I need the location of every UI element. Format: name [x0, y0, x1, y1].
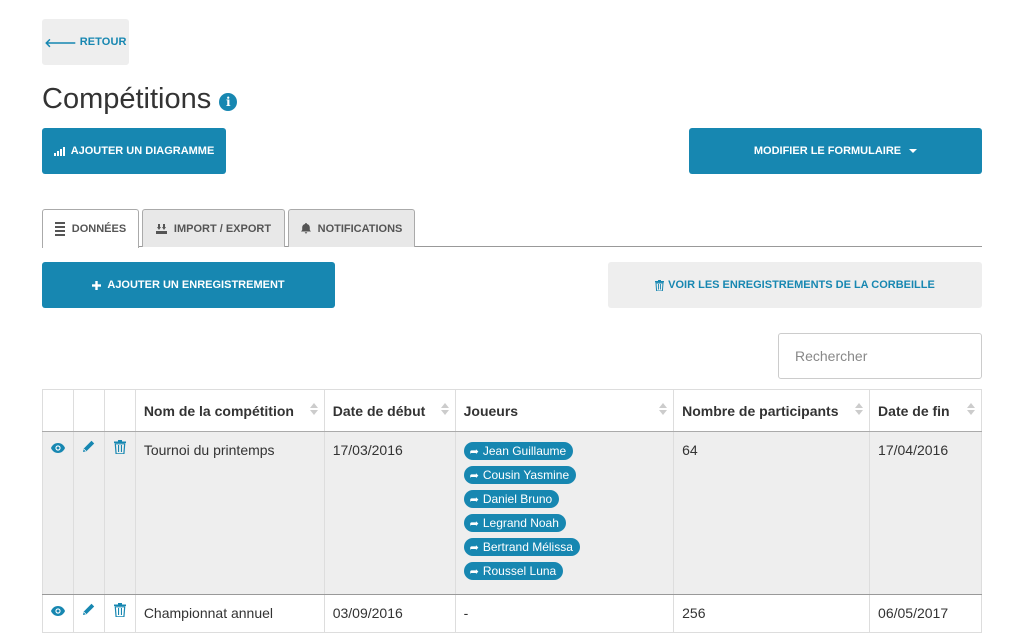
add-record-label: AJOUTER UN ENREGISTREMENT — [107, 279, 285, 291]
add-chart-button[interactable]: AJOUTER UN DIAGRAMME — [42, 128, 226, 174]
sort-icon — [967, 403, 975, 415]
trash-icon — [655, 279, 665, 291]
share-icon: ➦ — [469, 517, 479, 530]
eye-icon[interactable] — [50, 443, 65, 453]
competition-name: Tournoi du printemps — [134, 431, 325, 595]
tab-notifications[interactable]: NOTIFICATIONS — [288, 209, 415, 247]
header-end-date[interactable]: Date de fin — [869, 389, 982, 432]
end-date: 17/04/2016 — [869, 431, 982, 595]
players-cell: - — [454, 594, 675, 633]
table-header-row: Nom de la compétition Date de début Joue… — [42, 389, 982, 432]
bell-icon — [300, 223, 311, 234]
view-trash-label: VOIR LES ENREGISTREMENTS DE LA CORBEILLE — [668, 279, 935, 291]
tab-import-export[interactable]: IMPORT / EXPORT — [142, 209, 285, 247]
add-record-button[interactable]: AJOUTER UN ENREGISTREMENT — [42, 262, 335, 308]
sort-icon — [659, 403, 668, 415]
view-cell — [42, 431, 74, 595]
back-button[interactable]: 🡐 RETOUR — [42, 19, 129, 65]
share-icon: ➦ — [469, 565, 479, 578]
share-icon: ➦ — [469, 541, 479, 554]
player-tag[interactable]: ➦ Cousin Yasmine — [463, 466, 577, 484]
share-icon: ➦ — [469, 469, 479, 482]
trash-icon[interactable] — [113, 440, 126, 454]
sort-icon — [440, 403, 449, 415]
eye-icon[interactable] — [50, 606, 65, 616]
share-icon: ➦ — [469, 493, 479, 506]
delete-cell — [103, 431, 136, 595]
header-edit-col — [72, 389, 105, 432]
player-tag[interactable]: ➦ Jean Guillaume — [463, 442, 574, 460]
plus-icon — [92, 280, 102, 290]
players-cell: ➦ Jean Guillaume ➦ Cousin Yasmine ➦ Daniel … — [454, 431, 675, 595]
player-tag[interactable]: ➦ Bertrand Mélissa — [463, 538, 580, 556]
sort-icon — [855, 403, 864, 415]
start-date: 03/09/2016 — [323, 594, 456, 633]
player-tag[interactable]: ➦ Legrand Noah — [463, 514, 566, 532]
table-row: Championnat annuel 03/09/2016 - 256 06/0… — [42, 594, 982, 633]
start-date: 17/03/2016 — [323, 431, 456, 595]
list-icon — [54, 222, 65, 236]
header-players[interactable]: Joueurs — [454, 389, 675, 432]
tab-donnees-label: DONNÉES — [71, 223, 127, 235]
records-table: Nom de la compétition Date de début Joue… — [42, 389, 982, 633]
back-button-label: RETOUR — [79, 36, 127, 48]
import-export-icon — [155, 223, 167, 234]
caret-down-icon — [909, 149, 918, 153]
header-delete-col — [103, 389, 136, 432]
participants-count: 64 — [673, 431, 871, 595]
view-trash-button[interactable]: VOIR LES ENREGISTREMENTS DE LA CORBEILLE — [608, 262, 982, 308]
header-view-col — [42, 389, 74, 432]
add-chart-label: AJOUTER UN DIAGRAMME — [70, 145, 215, 157]
player-tag[interactable]: ➦ Daniel Bruno — [463, 490, 560, 508]
tab-donnees[interactable]: DONNÉES — [42, 209, 139, 248]
share-icon: ➦ — [469, 445, 479, 458]
header-participants[interactable]: Nombre de participants — [673, 389, 871, 432]
end-date: 06/05/2017 — [869, 594, 982, 633]
delete-cell — [103, 594, 136, 633]
page-title: Compétitions — [42, 83, 212, 115]
edit-cell — [72, 594, 105, 633]
tab-notifications-label: NOTIFICATIONS — [317, 222, 403, 235]
edit-cell — [72, 431, 105, 595]
sort-icon — [309, 403, 318, 415]
edit-form-label: MODIFIER LE FORMULAIRE — [753, 145, 902, 157]
view-cell — [42, 594, 74, 633]
search-input[interactable] — [778, 333, 982, 379]
pencil-icon[interactable] — [82, 603, 95, 616]
signal-bars-icon — [53, 146, 65, 156]
header-start-date[interactable]: Date de début — [323, 389, 456, 432]
info-icon[interactable]: i — [219, 92, 238, 111]
trash-icon[interactable] — [113, 603, 126, 617]
table-row: Tournoi du printemps 17/03/2016 ➦ Jean Gu… — [42, 431, 982, 595]
header-competition-name[interactable]: Nom de la compétition — [134, 389, 325, 432]
page-title-container: Compétitions i — [42, 83, 238, 116]
arrow-left-icon: 🡐 — [44, 35, 77, 50]
tab-bar: DONNÉES IMPORT / EXPORT NOTIFICATIONS — [42, 209, 982, 248]
tab-import-export-label: IMPORT / EXPORT — [173, 222, 272, 235]
participants-count: 256 — [673, 594, 871, 633]
pencil-icon[interactable] — [82, 440, 95, 453]
player-tag[interactable]: ➦ Roussel Luna — [463, 562, 564, 580]
edit-form-dropdown-button[interactable]: MODIFIER LE FORMULAIRE — [689, 128, 982, 174]
competition-name: Championnat annuel — [134, 594, 325, 633]
